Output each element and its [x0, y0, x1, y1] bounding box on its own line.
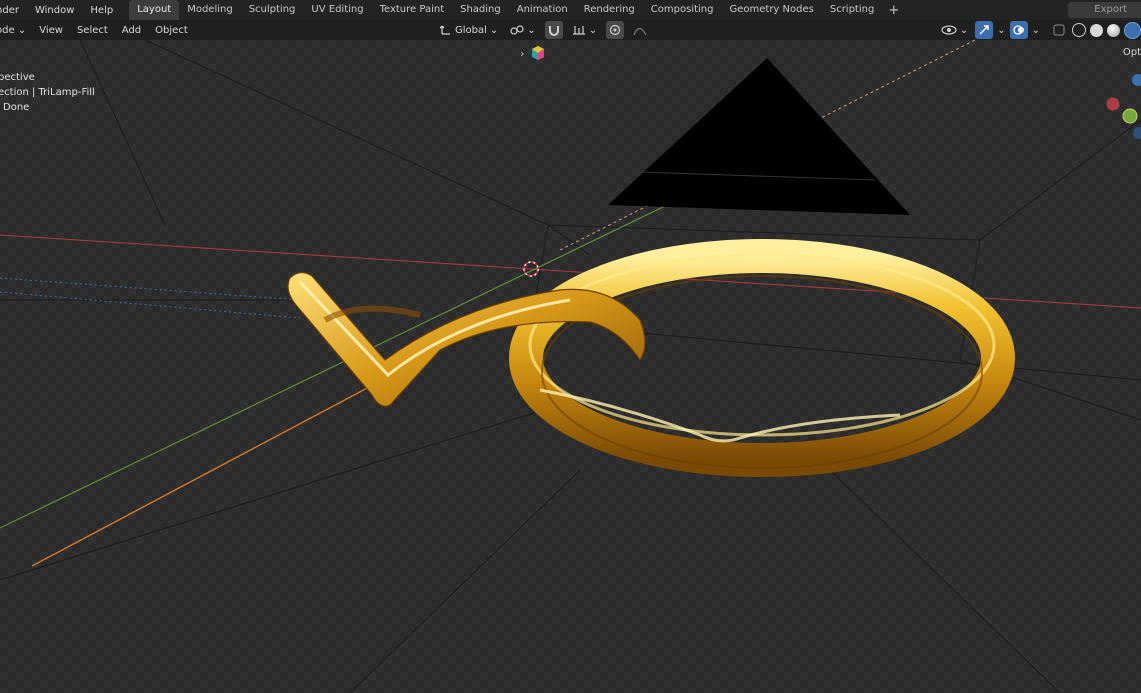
- gizmo-z-icon[interactable]: [1132, 74, 1141, 86]
- render-status-label: Done: [3, 102, 30, 113]
- gizmo-y-icon[interactable]: [1122, 108, 1138, 124]
- light-guide-lines: [0, 39, 1141, 693]
- navigation-gizmo[interactable]: [1106, 74, 1141, 139]
- scene-render: [0, 39, 1141, 693]
- camera-dotted-line: [0, 277, 301, 301]
- gizmo-neg-z-icon[interactable]: [1133, 127, 1141, 139]
- camera-dotted-line-2: [0, 291, 301, 319]
- y-axis-line: [0, 159, 761, 529]
- camera-triangle: [608, 58, 910, 215]
- lamp-object-icon: [532, 46, 544, 60]
- gold-ring-band: [509, 239, 1015, 477]
- gold-chevron-band: [287, 271, 646, 407]
- view-name-label: pective: [0, 72, 35, 83]
- chevron-right-icon[interactable]: ›: [520, 47, 524, 60]
- light-direction-line: [31, 359, 421, 567]
- options-label[interactable]: Opt: [1123, 47, 1141, 58]
- gizmo-x-icon[interactable]: [1106, 97, 1120, 111]
- collection-object-label: ection | TriLamp-Fill: [0, 87, 95, 98]
